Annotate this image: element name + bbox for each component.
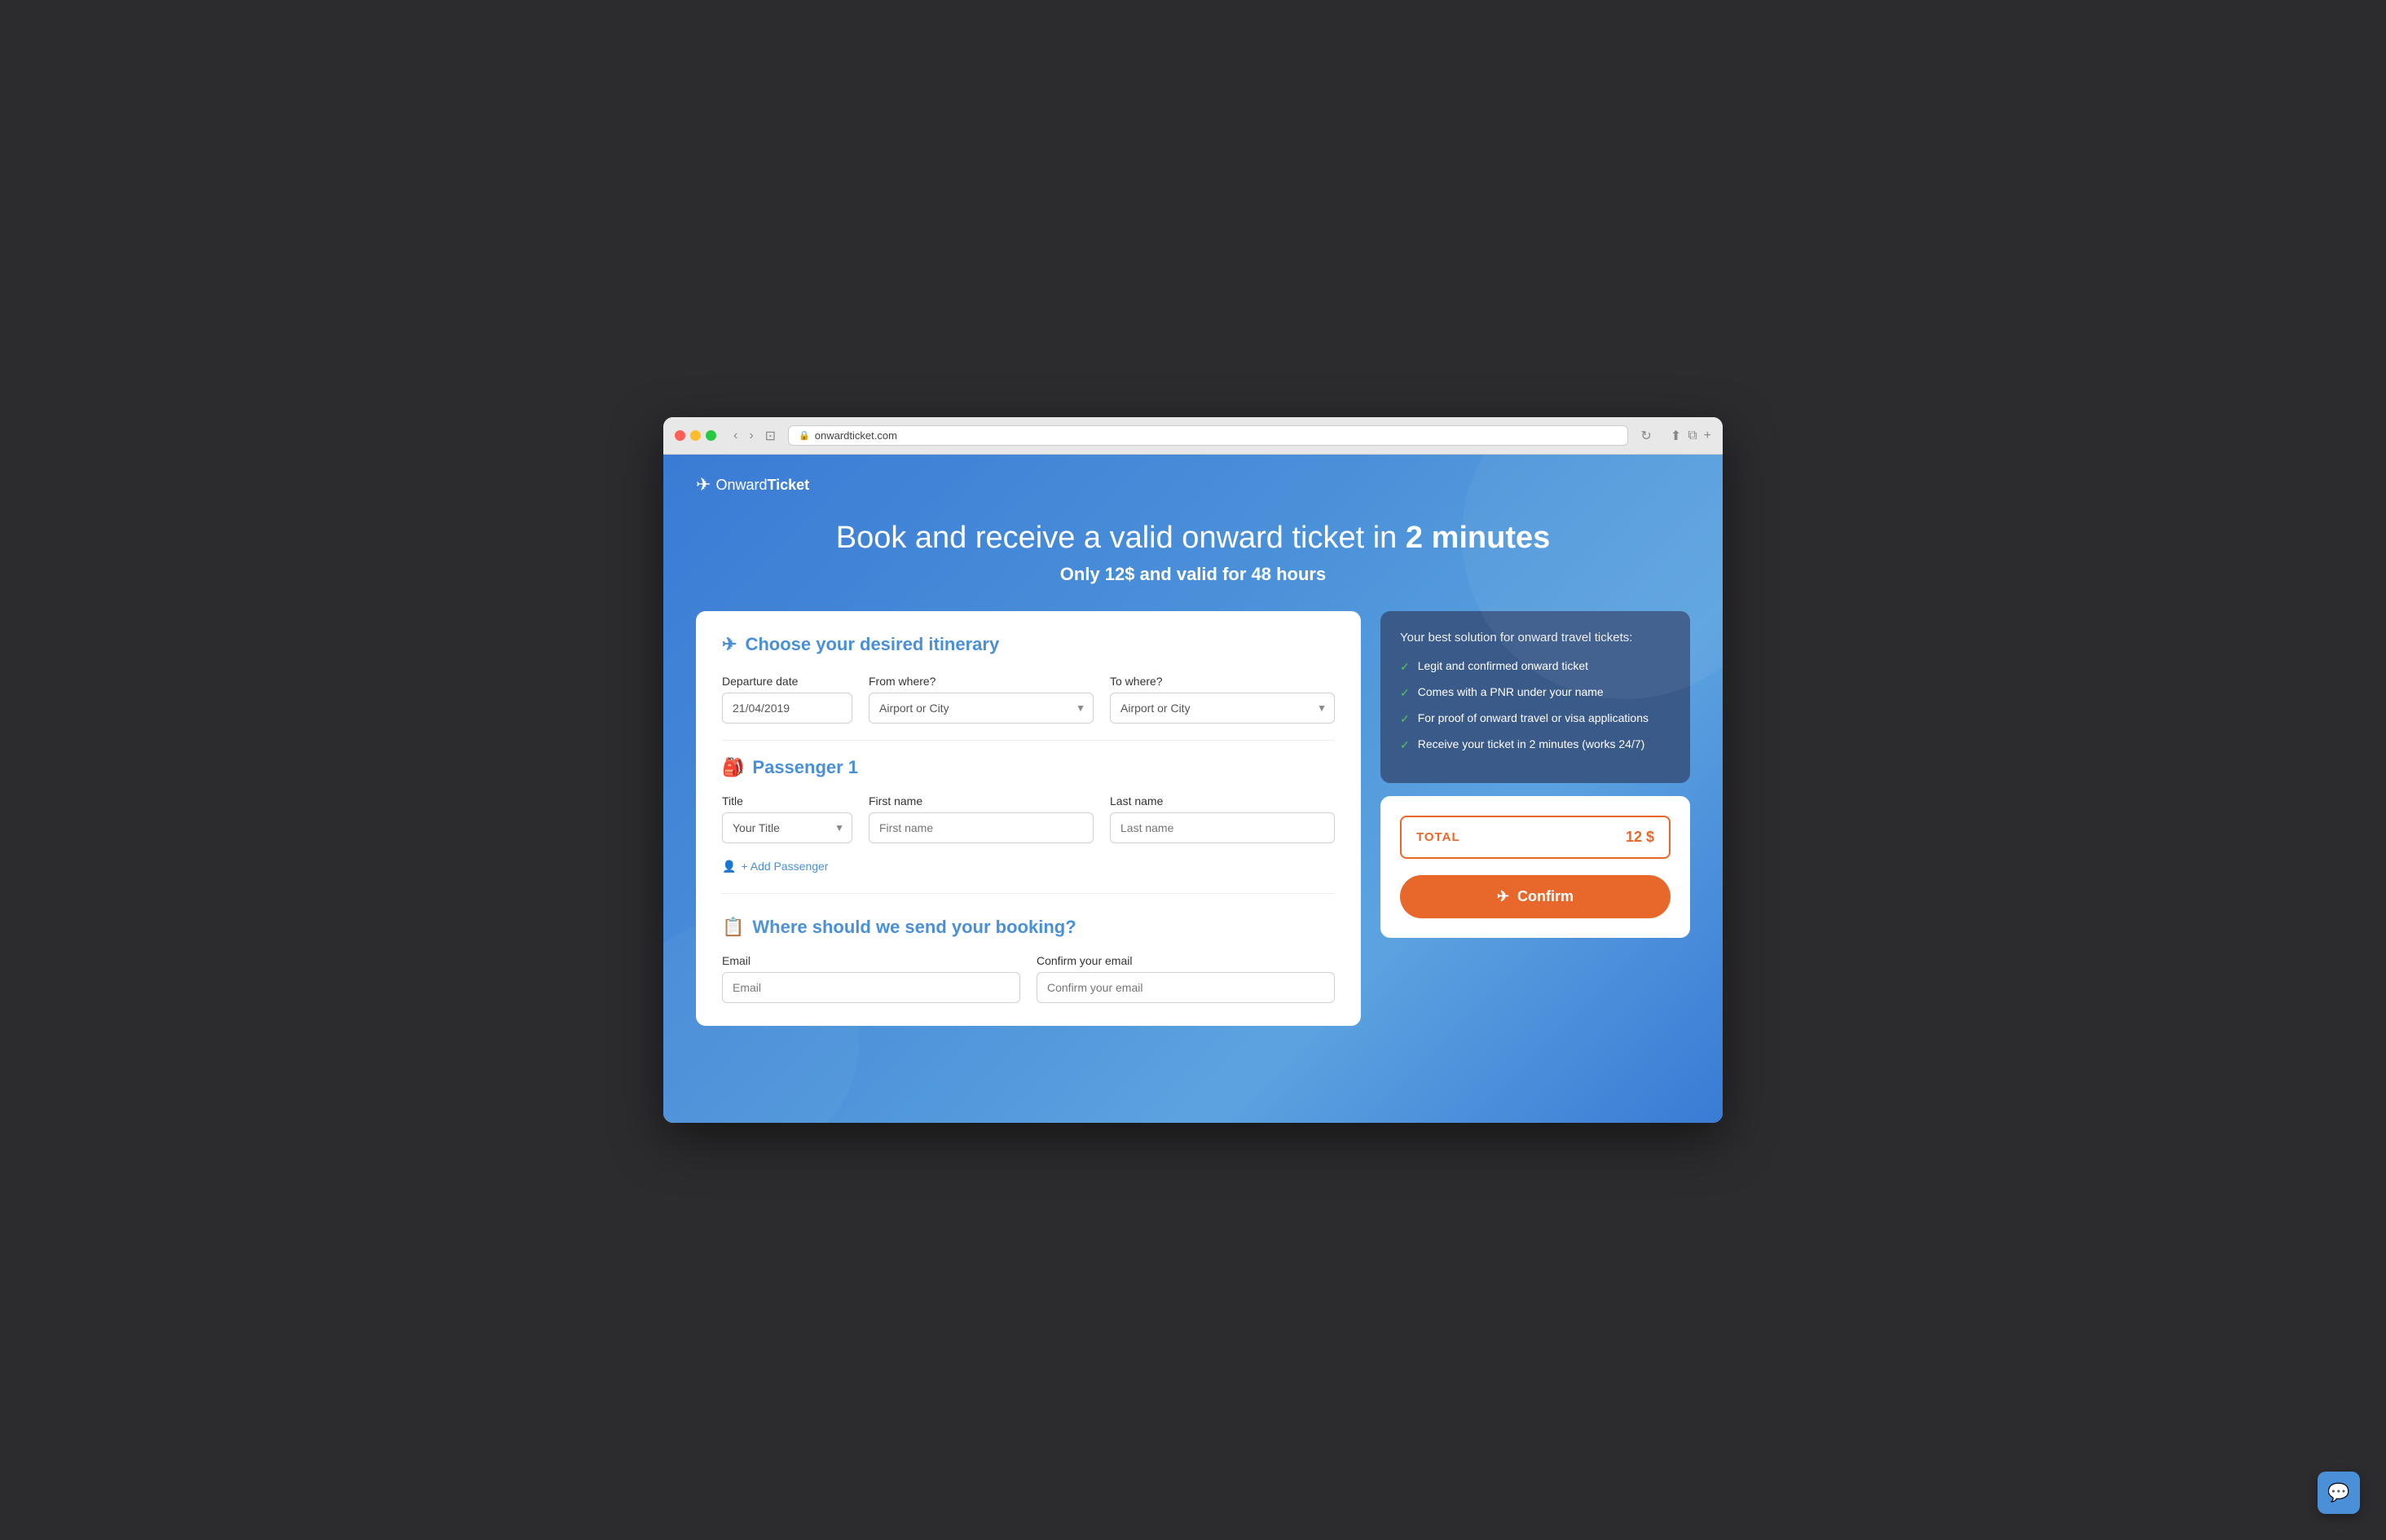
title-field-group: Title Your Title Mr Mrs Ms Dr ▼	[722, 794, 852, 843]
nav-buttons: ‹ › ⊡	[729, 426, 780, 446]
confirm-plane-icon: ✈	[1497, 888, 1509, 905]
benefit-item-3: ✓ For proof of onward travel or visa app…	[1400, 711, 1671, 726]
to-where-select[interactable]: Airport or City	[1110, 693, 1335, 724]
booking-icon: 📋	[722, 917, 744, 938]
window-button[interactable]: ⊡	[761, 426, 780, 446]
total-label: TOTAL	[1416, 830, 1460, 844]
brand-logo: ✈ OnwardTicket	[696, 474, 809, 495]
first-name-label: First name	[869, 794, 1094, 807]
add-passenger-button[interactable]: 👤 + Add Passenger	[722, 860, 828, 873]
confirm-email-field-group: Confirm your email	[1037, 954, 1335, 1003]
benefit-item-4: ✓ Receive your ticket in 2 minutes (work…	[1400, 737, 1671, 752]
brand-header: ✈ OnwardTicket	[696, 474, 1690, 495]
traffic-lights	[675, 430, 716, 441]
from-where-select[interactable]: Airport or City	[869, 693, 1094, 724]
close-button[interactable]	[675, 430, 685, 441]
add-passenger-icon: 👤	[722, 860, 736, 873]
plane-icon: ✈	[696, 474, 711, 495]
form-panel: ✈ Choose your desired itinerary Departur…	[696, 611, 1361, 1026]
check-icon-3: ✓	[1400, 712, 1410, 726]
fullscreen-button[interactable]	[706, 430, 716, 441]
passenger-form-row: Title Your Title Mr Mrs Ms Dr ▼	[722, 794, 1335, 843]
benefits-title: Your best solution for onward travel tic…	[1400, 631, 1671, 645]
from-where-select-wrapper: Airport or City ▼	[869, 693, 1094, 724]
from-where-group: From where? Airport or City ▼	[869, 675, 1094, 724]
main-layout: ✈ Choose your desired itinerary Departur…	[696, 611, 1690, 1026]
benefit-text-4: Receive your ticket in 2 minutes (works …	[1418, 737, 1645, 750]
forward-button[interactable]: ›	[745, 426, 757, 446]
browser-actions: ⬆ ⧉ +	[1671, 428, 1711, 444]
lock-icon: 🔒	[799, 430, 810, 441]
page-content: ✈ OnwardTicket Book and receive a valid …	[663, 455, 1723, 1123]
last-name-group: Last name	[1110, 794, 1335, 843]
to-where-group: To where? Airport or City ▼	[1110, 675, 1335, 724]
back-button[interactable]: ‹	[729, 426, 742, 446]
reload-button[interactable]: ↻	[1636, 426, 1655, 446]
check-icon-4: ✓	[1400, 738, 1410, 752]
benefit-text-2: Comes with a PNR under your name	[1418, 685, 1604, 698]
passenger-title: 🎒 Passenger 1	[722, 757, 1335, 778]
benefit-text-3: For proof of onward travel or visa appli…	[1418, 711, 1649, 724]
last-name-input[interactable]	[1110, 812, 1335, 843]
email-label: Email	[722, 954, 1020, 967]
browser-chrome: ‹ › ⊡ 🔒 onwardticket.com ↻ ⬆ ⧉ +	[663, 417, 1723, 455]
hero-section: Book and receive a valid onward ticket i…	[696, 520, 1690, 585]
booking-section: 📋 Where should we send your booking? Ema…	[722, 917, 1335, 1003]
sidebar-panel: Your best solution for onward travel tic…	[1380, 611, 1690, 938]
check-icon-2: ✓	[1400, 686, 1410, 700]
itinerary-section-title: ✈ Choose your desired itinerary	[722, 634, 1335, 655]
email-field-group: Email	[722, 954, 1020, 1003]
benefits-card: Your best solution for onward travel tic…	[1380, 611, 1690, 783]
new-tab-button[interactable]: +	[1704, 428, 1711, 444]
total-card: TOTAL 12 $ ✈ Confirm	[1380, 796, 1690, 938]
email-input[interactable]	[722, 972, 1020, 1003]
email-row: Email Confirm your email	[722, 954, 1335, 1003]
confirm-button[interactable]: ✈ Confirm	[1400, 875, 1671, 918]
title-field-label: Title	[722, 794, 852, 807]
confirm-email-label: Confirm your email	[1037, 954, 1335, 967]
browser-window: ‹ › ⊡ 🔒 onwardticket.com ↻ ⬆ ⧉ + ✈ Onwar…	[663, 417, 1723, 1123]
url-text: onwardticket.com	[815, 429, 897, 442]
hero-subtitle: Only 12$ and valid for 48 hours	[696, 564, 1690, 585]
from-where-label: From where?	[869, 675, 1094, 688]
hero-title: Book and receive a valid onward ticket i…	[696, 520, 1690, 557]
benefit-item-1: ✓ Legit and confirmed onward ticket	[1400, 659, 1671, 674]
first-name-input[interactable]	[869, 812, 1094, 843]
total-box: TOTAL 12 $	[1400, 816, 1671, 859]
departure-date-group: Departure date	[722, 675, 852, 724]
check-icon-1: ✓	[1400, 660, 1410, 674]
passenger-section: 🎒 Passenger 1 Title Your Title Mr Mrs	[722, 757, 1335, 873]
to-where-label: To where?	[1110, 675, 1335, 688]
title-select[interactable]: Your Title Mr Mrs Ms Dr	[722, 812, 852, 843]
title-select-wrapper: Your Title Mr Mrs Ms Dr ▼	[722, 812, 852, 843]
itinerary-icon: ✈	[722, 634, 737, 655]
booking-title: 📋 Where should we send your booking?	[722, 917, 1335, 938]
duplicate-button[interactable]: ⧉	[1688, 428, 1697, 444]
total-price: 12 $	[1626, 829, 1654, 846]
departure-date-input[interactable]	[722, 693, 852, 724]
confirm-email-input[interactable]	[1037, 972, 1335, 1003]
minimize-button[interactable]	[690, 430, 701, 441]
last-name-label: Last name	[1110, 794, 1335, 807]
departure-date-label: Departure date	[722, 675, 852, 688]
itinerary-form-row: Departure date From where? Airport or Ci…	[722, 675, 1335, 724]
divider-1	[722, 740, 1335, 741]
address-bar[interactable]: 🔒 onwardticket.com	[788, 425, 1628, 446]
brand-name: OnwardTicket	[715, 477, 809, 494]
benefit-item-2: ✓ Comes with a PNR under your name	[1400, 685, 1671, 700]
divider-2	[722, 893, 1335, 894]
bag-icon: 🎒	[722, 757, 744, 778]
benefit-text-1: Legit and confirmed onward ticket	[1418, 659, 1588, 672]
first-name-group: First name	[869, 794, 1094, 843]
share-button[interactable]: ⬆	[1671, 428, 1681, 444]
to-where-select-wrapper: Airport or City ▼	[1110, 693, 1335, 724]
